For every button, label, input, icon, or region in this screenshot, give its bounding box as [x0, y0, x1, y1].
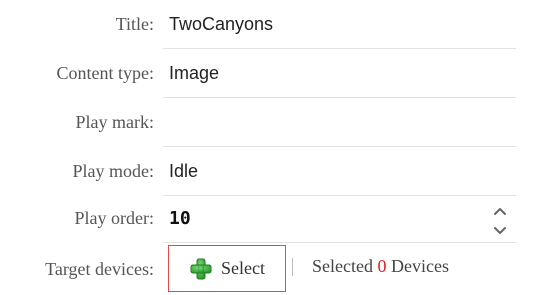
title-label: Title: [115, 14, 154, 34]
play-order-row: Play order: 10 [0, 194, 552, 243]
play-order-spinner [492, 202, 508, 236]
play-mode-label: Play mode: [72, 161, 155, 181]
content-type-field[interactable]: Image [163, 49, 516, 98]
chevron-up-icon[interactable] [492, 202, 508, 216]
play-mode-field[interactable]: Idle [163, 147, 516, 196]
target-devices-label: Target devices: [45, 259, 154, 279]
play-order-input[interactable]: 10 [163, 194, 516, 243]
play-mode-row: Play mode: Idle [0, 147, 552, 196]
select-button-label: Select [221, 258, 265, 278]
chevron-down-icon[interactable] [492, 222, 508, 236]
selected-prefix: Selected [312, 256, 373, 276]
selected-count: 0 [377, 256, 387, 276]
content-type-row: Content type: Image [0, 49, 552, 98]
select-devices-button[interactable]: Select [168, 245, 286, 292]
title-row: Title: TwoCanyons [0, 0, 552, 49]
selected-devices-status: Selected 0 Devices [312, 256, 449, 277]
play-order-label: Play order: [74, 208, 154, 228]
selected-suffix: Devices [390, 256, 449, 276]
play-mark-row: Play mark: [0, 98, 552, 147]
play-mark-field[interactable] [163, 98, 516, 147]
title-field[interactable]: TwoCanyons [163, 0, 516, 49]
play-mark-label: Play mark: [75, 112, 155, 132]
plus-circle-icon [189, 257, 213, 281]
play-order-value: 10 [169, 207, 191, 229]
content-type-label: Content type: [56, 63, 155, 83]
divider [292, 258, 293, 276]
